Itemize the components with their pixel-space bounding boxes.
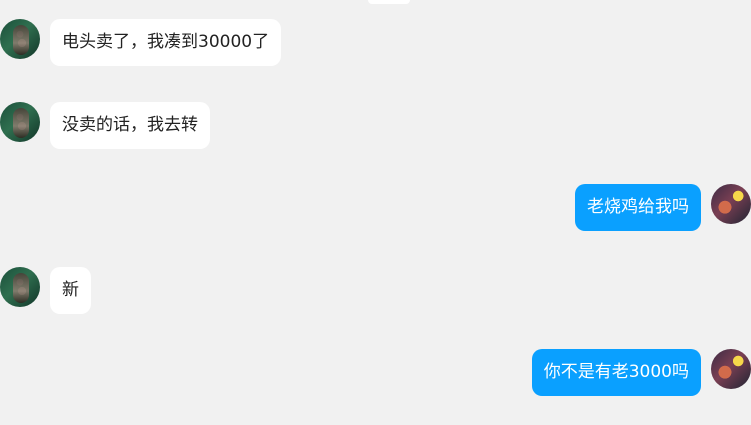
contact-avatar[interactable] <box>0 102 40 142</box>
message-bubble[interactable]: 老烧鸡给我吗 <box>575 184 701 231</box>
message-bubble[interactable]: 你不是有老3000吗 <box>531 349 701 396</box>
self-avatar[interactable] <box>711 349 751 389</box>
outgoing-message: 你不是有老3000吗 <box>531 349 751 396</box>
self-avatar[interactable] <box>711 184 751 224</box>
contact-avatar[interactable] <box>0 19 40 59</box>
incoming-message: 电头卖了，我凑到30000了 <box>0 19 282 66</box>
message-bubble[interactable]: 新 <box>50 267 91 314</box>
outgoing-message: 老烧鸡给我吗 <box>575 184 751 231</box>
message-bubble[interactable]: 电头卖了，我凑到30000了 <box>50 19 282 66</box>
top-tab <box>368 0 410 4</box>
incoming-message: 没卖的话，我去转 <box>0 102 210 149</box>
contact-avatar[interactable] <box>0 267 40 307</box>
incoming-message: 新 <box>0 267 91 314</box>
message-bubble[interactable]: 没卖的话，我去转 <box>50 102 210 149</box>
chat-window: 电头卖了，我凑到30000了 没卖的话，我去转 老烧鸡给我吗 新 你不是有老30… <box>0 0 751 425</box>
